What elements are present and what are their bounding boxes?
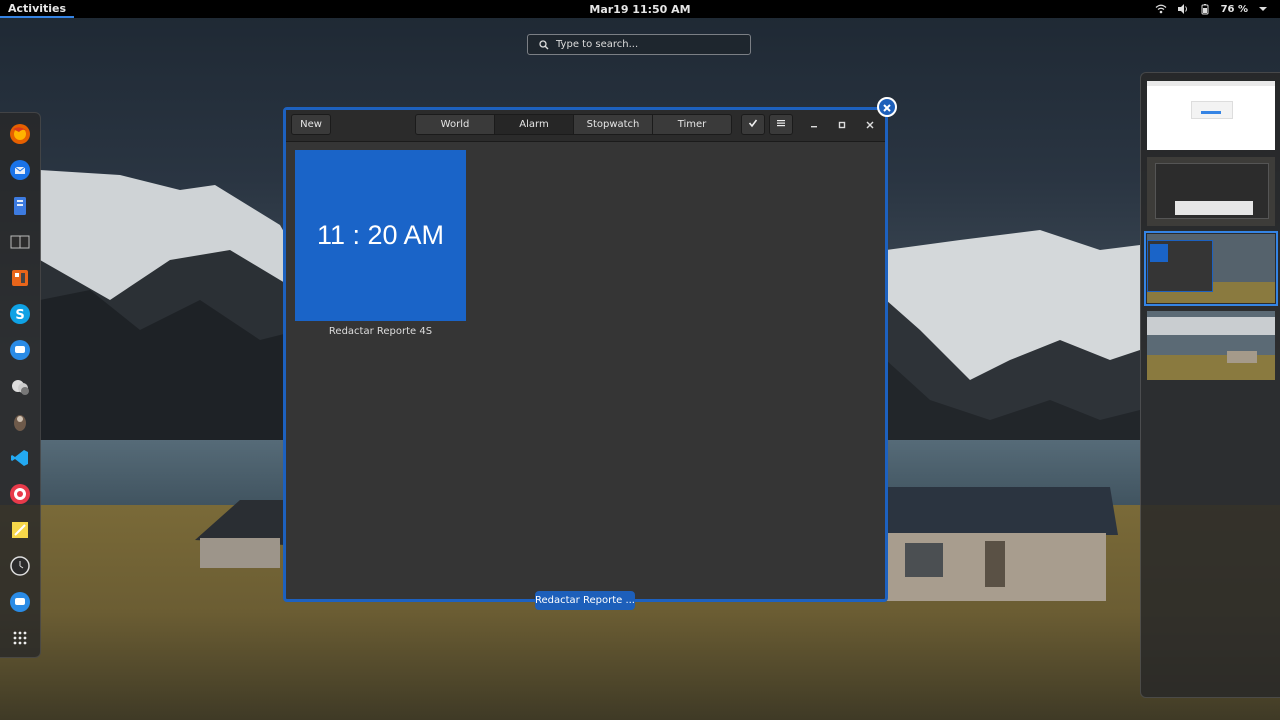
cloud-icon[interactable] xyxy=(8,374,32,398)
minimize-button[interactable] xyxy=(805,116,823,134)
workspace-switcher xyxy=(1140,72,1280,698)
window-caption: Redactar Reporte ... xyxy=(535,591,635,610)
files-icon[interactable] xyxy=(8,194,32,218)
clocks-icon[interactable] xyxy=(8,554,32,578)
battery-percentage: 76 % xyxy=(1220,3,1248,15)
svg-text:S: S xyxy=(15,308,24,323)
tab-world[interactable]: World xyxy=(415,114,495,135)
maximize-icon xyxy=(838,119,846,132)
alarm-name: Redactar Reporte 4S xyxy=(328,326,433,337)
select-button[interactable] xyxy=(741,114,765,135)
workspace-thumbnail[interactable] xyxy=(1147,311,1275,380)
chat-icon[interactable] xyxy=(8,590,32,614)
close-icon xyxy=(866,119,874,132)
alarm-tile[interactable]: 11 : 20 AM xyxy=(295,150,466,321)
alarm-time: 11 : 20 AM xyxy=(316,220,445,250)
view-switcher: World Alarm Stopwatch Timer xyxy=(415,114,732,135)
thunderbird-icon[interactable] xyxy=(8,158,32,182)
workspace-thumbnail[interactable] xyxy=(1147,157,1275,226)
minimize-icon xyxy=(810,119,818,132)
lollypop-icon[interactable] xyxy=(8,482,32,506)
calculator-icon[interactable] xyxy=(8,266,32,290)
wifi-icon xyxy=(1155,3,1167,15)
skype-icon[interactable]: S xyxy=(8,302,32,326)
tab-stopwatch[interactable]: Stopwatch xyxy=(573,114,653,135)
firefox-icon[interactable] xyxy=(8,122,32,146)
top-bar: Activities Mar19 11:50 AM 76 % xyxy=(0,0,1280,18)
search-placeholder: Type to search... xyxy=(556,39,639,50)
menu-arrow-icon xyxy=(1258,3,1270,15)
system-tray[interactable]: 76 % xyxy=(1155,0,1270,18)
show-apps-icon[interactable] xyxy=(8,626,32,650)
tab-alarm[interactable]: Alarm xyxy=(494,114,574,135)
activities-button[interactable]: Activities xyxy=(0,0,75,18)
volume-icon xyxy=(1177,3,1189,15)
checkmark-icon xyxy=(748,118,758,131)
search-input[interactable]: Type to search... xyxy=(527,34,751,55)
messages-icon[interactable] xyxy=(8,338,32,362)
header-bar: New World Alarm Stopwatch Timer xyxy=(286,110,885,142)
maximize-button[interactable] xyxy=(833,116,851,134)
vscode-icon[interactable] xyxy=(8,446,32,470)
clock-button[interactable]: Mar19 11:50 AM xyxy=(589,3,690,16)
notes-icon[interactable] xyxy=(8,518,32,542)
book-icon[interactable] xyxy=(8,230,32,254)
workspace-thumbnail-active[interactable] xyxy=(1144,231,1278,306)
menu-button[interactable] xyxy=(769,114,793,135)
tab-timer[interactable]: Timer xyxy=(652,114,732,135)
overview-close-window-button[interactable] xyxy=(877,97,897,117)
battery-icon xyxy=(1199,3,1211,15)
clocks-window[interactable]: New World Alarm Stopwatch Timer 11: 20 … xyxy=(283,107,888,602)
close-icon xyxy=(882,98,892,117)
workspace-thumbnail[interactable] xyxy=(1147,81,1275,150)
close-button[interactable] xyxy=(861,116,879,134)
hamburger-icon xyxy=(776,118,786,131)
new-alarm-button[interactable]: New xyxy=(291,114,331,135)
gimp-icon[interactable] xyxy=(8,410,32,434)
dash: S xyxy=(0,112,41,658)
search-icon xyxy=(534,35,554,55)
